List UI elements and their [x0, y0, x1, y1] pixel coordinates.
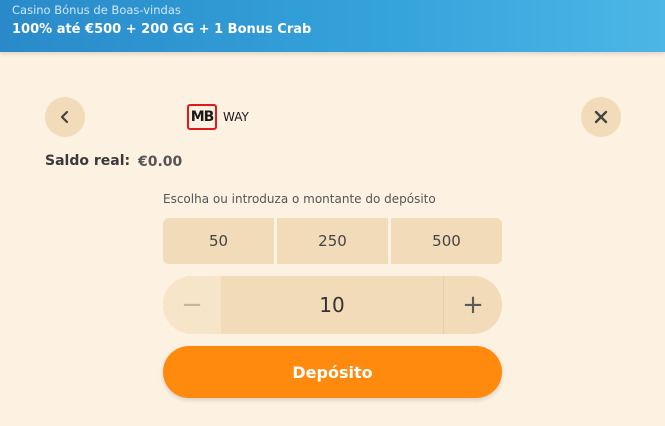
amount-input[interactable]: 10 — [221, 276, 444, 334]
promo-subtitle: Casino Bónus de Boas-vindas — [12, 3, 181, 17]
preset-amounts: 50 250 500 — [163, 218, 502, 264]
close-icon — [594, 110, 608, 124]
increase-button[interactable]: + — [444, 276, 502, 334]
promo-banner[interactable]: Casino Bónus de Boas-vindas 100% até €50… — [0, 0, 665, 52]
chevron-left-icon — [60, 110, 69, 124]
promo-title: 100% até €500 + 200 GG + 1 Bonus Crab — [12, 22, 312, 37]
deposit-button[interactable]: Depósito — [163, 346, 502, 398]
back-button[interactable] — [45, 97, 85, 137]
balance-label: Saldo real: — [45, 153, 131, 169]
deposit-hint: Escolha ou introduza o montante do depós… — [163, 192, 436, 206]
amount-stepper: − 10 + — [163, 276, 502, 334]
mbway-logo: MB WAY — [187, 102, 249, 132]
close-button[interactable] — [581, 97, 621, 137]
logo-mb-text: MB — [189, 109, 215, 125]
logo-way-text: WAY — [223, 110, 249, 124]
balance-value: €0.00 — [138, 154, 183, 170]
decrease-button[interactable]: − — [163, 276, 221, 334]
preset-250-button[interactable]: 250 — [277, 218, 388, 264]
mb-logo-box: MB — [187, 104, 217, 130]
preset-500-button[interactable]: 500 — [391, 218, 502, 264]
preset-50-button[interactable]: 50 — [163, 218, 274, 264]
